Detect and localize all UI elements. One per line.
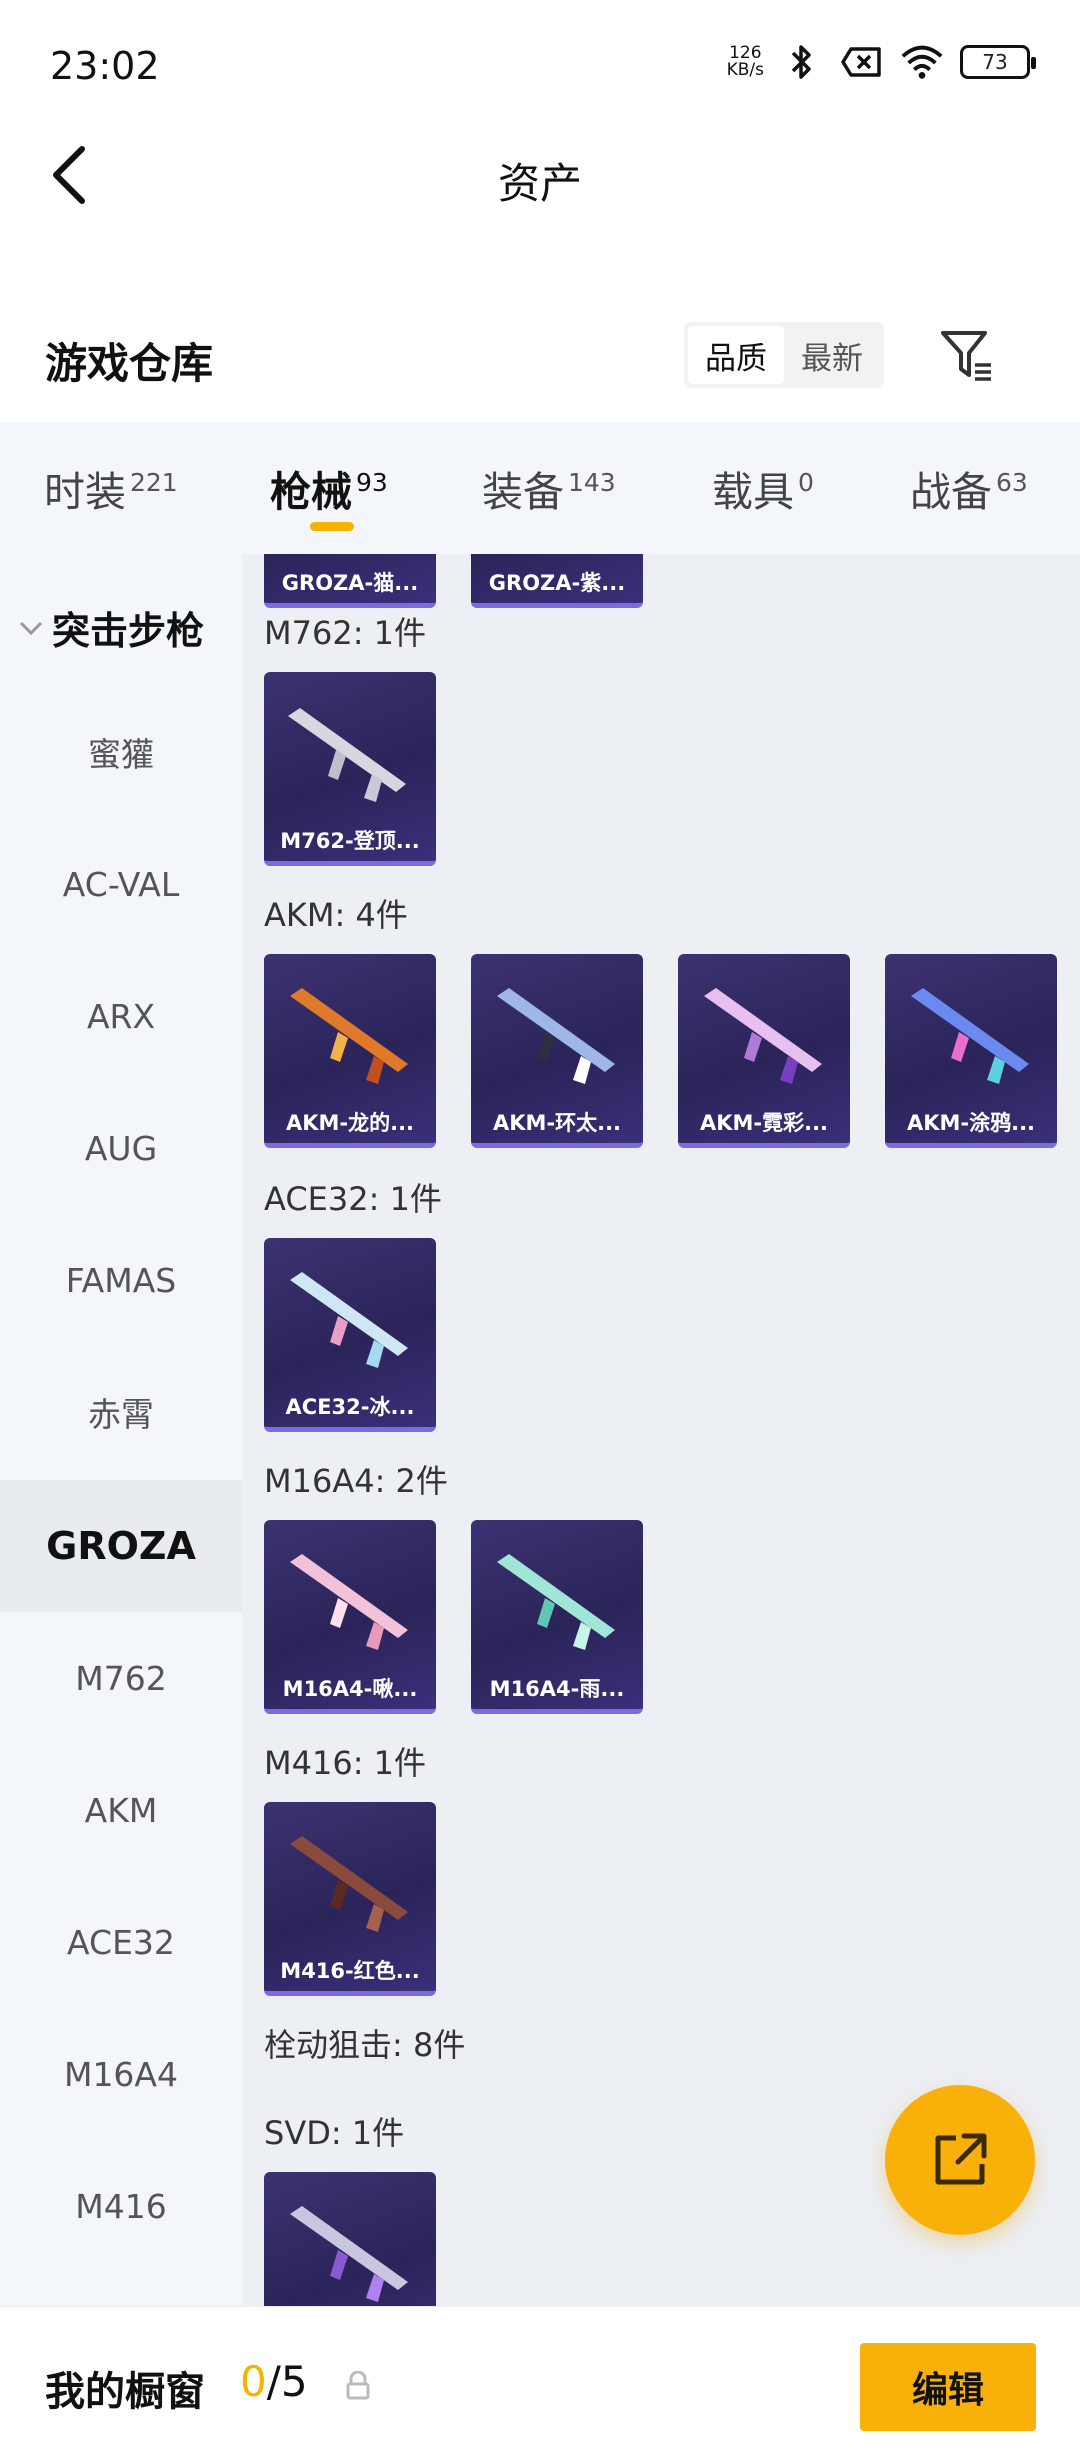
tab-count: 93	[356, 468, 388, 498]
weapon-card[interactable]: M762-登顶...	[264, 672, 436, 866]
sort-option-latest[interactable]: 最新	[784, 326, 880, 384]
group-label-ace32: ACE32: 1件	[264, 1180, 442, 1218]
active-tab-indicator	[310, 522, 354, 531]
weapon-card-name: GROZA-猫...	[281, 571, 419, 595]
sidebar-group-label: 突击步枪	[52, 609, 205, 653]
showcase-count: 0/5	[240, 2357, 308, 2406]
group-label-m16a4: M16A4: 2件	[264, 1462, 448, 1500]
tab-supplies[interactable]: 战备 63	[910, 458, 1028, 518]
tab-label: 载具	[712, 468, 794, 516]
tab-vehicles[interactable]: 载具 0	[712, 458, 814, 518]
battery-icon: 73	[960, 45, 1036, 79]
weapon-card-name: ACE32-冰...	[285, 1395, 415, 1419]
tab-equipment[interactable]: 装备 143	[482, 458, 616, 518]
rifle-icon	[704, 988, 822, 1084]
weapon-card-name: AKM-龙的...	[285, 1111, 415, 1135]
weapon-card-name: AKM-环太...	[492, 1111, 622, 1135]
weapon-card-name: M16A4-雨...	[489, 1677, 625, 1701]
rifle-icon	[911, 988, 1029, 1084]
sidebar-item-m416[interactable]: M416	[0, 2140, 242, 2272]
weapon-card[interactable]	[264, 2172, 436, 2306]
rifle-icon	[290, 1272, 408, 1368]
tab-count: 63	[996, 468, 1028, 498]
showcase-used: 0	[240, 2357, 267, 2406]
tab-firearms[interactable]: 枪械 93	[270, 458, 388, 518]
category-label-bolt-action: 栓动狙击: 8件	[264, 2026, 466, 2064]
tab-count: 0	[798, 468, 814, 498]
weapon-card[interactable]: AKM-环太...	[471, 954, 643, 1148]
bottom-bar: 我的橱窗 0/5 编辑	[0, 2306, 1080, 2460]
share-fab[interactable]	[885, 2085, 1035, 2235]
rifle-icon	[290, 1836, 408, 1932]
showcase-label: 我的橱窗	[45, 2369, 205, 2415]
sidebar-item-honey-badger[interactable]: 蜜獾	[0, 686, 242, 818]
tab-fashion[interactable]: 时装 221	[44, 458, 178, 518]
tab-label: 装备	[482, 468, 564, 516]
weapon-card[interactable]: ACE32-冰...	[264, 1238, 436, 1432]
tab-label: 时装	[44, 468, 126, 516]
weapon-card-name: AKM-涂鸦...	[906, 1111, 1036, 1135]
status-bar: 23:02 126 KB/s 73	[0, 0, 1080, 130]
no-sim-icon	[840, 44, 884, 80]
sidebar-item-famas[interactable]: FAMAS	[0, 1214, 242, 1346]
group-label-m416: M416: 1件	[264, 1744, 427, 1782]
weapon-card-name: AKM-霓彩...	[699, 1111, 829, 1135]
sort-toggle: 品质 最新	[684, 322, 884, 388]
group-label-akm: AKM: 4件	[264, 896, 408, 934]
rifle-icon	[290, 1554, 408, 1650]
page-title: 资产	[497, 159, 582, 208]
weapon-card[interactable]: M16A4-啾...	[264, 1520, 436, 1714]
weapon-card[interactable]: GROZA-紫...	[471, 554, 643, 608]
section-title: 游戏仓库	[45, 339, 214, 388]
sidebar-item-groza[interactable]: GROZA	[0, 1480, 242, 1612]
tab-count: 221	[130, 468, 178, 498]
rifle-icon	[288, 708, 406, 802]
rifle-icon	[290, 2206, 408, 2302]
rifle-icon	[497, 1554, 615, 1650]
weapon-card-name: M416-红色...	[280, 1959, 420, 1983]
tab-label: 枪械	[270, 468, 352, 516]
weapon-card[interactable]: M416-红色...	[264, 1802, 436, 1996]
category-tabs: 时装 221 枪械 93 装备 143 载具 0 战备 63	[0, 422, 1080, 554]
edit-button[interactable]: 编辑	[860, 2343, 1036, 2431]
weapon-card-name: M16A4-啾...	[282, 1677, 418, 1701]
external-link-icon	[935, 2133, 987, 2185]
status-icons: 126 KB/s 73	[727, 44, 1036, 80]
weapon-card[interactable]: AKM-龙的...	[264, 954, 436, 1148]
bluetooth-icon	[780, 44, 824, 80]
weapon-card[interactable]: GROZA-猫...	[264, 554, 436, 608]
sidebar-group-assault-rifles[interactable]: 突击步枪	[18, 600, 204, 655]
sidebar-item-aug[interactable]: AUG	[0, 1082, 242, 1214]
sidebar-item-ace32[interactable]: ACE32	[0, 1876, 242, 2008]
group-label-svd: SVD: 1件	[264, 2114, 405, 2152]
group-label-m762: M762: 1件	[264, 614, 427, 652]
sidebar-item-m762[interactable]: M762	[0, 1612, 242, 1744]
status-time: 23:02	[50, 44, 160, 88]
sidebar-item-chixiao[interactable]: 赤霄	[0, 1346, 242, 1478]
weapon-card-name: GROZA-紫...	[488, 571, 626, 595]
sort-option-quality[interactable]: 品质	[688, 326, 784, 384]
filter-button[interactable]	[932, 320, 1002, 390]
filter-icon	[941, 331, 991, 381]
weapon-card[interactable]: AKM-涂鸦...	[885, 954, 1057, 1148]
weapon-card-name: M762-登顶...	[280, 829, 420, 853]
wifi-icon	[900, 44, 944, 80]
rifle-icon	[290, 988, 408, 1084]
weapon-list: GROZA-猫... GROZA-紫... M762: 1件 M762-登顶..…	[242, 554, 1080, 2306]
sidebar-item-ac-val[interactable]: AC-VAL	[0, 818, 242, 950]
lock-icon	[346, 2371, 370, 2400]
tab-count: 143	[568, 468, 616, 498]
network-speed: 126 KB/s	[727, 45, 764, 79]
sidebar-item-arx[interactable]: ARX	[0, 950, 242, 1082]
network-speed-unit: KB/s	[726, 60, 764, 80]
weapon-card[interactable]: M16A4-雨...	[471, 1520, 643, 1714]
sidebar-item-m16a4[interactable]: M16A4	[0, 2008, 242, 2140]
showcase-total: /5	[266, 2357, 308, 2406]
rifle-icon	[497, 988, 615, 1084]
weapon-sidebar: 突击步枪 蜜獾 AC-VAL ARX AUG FAMAS 赤霄 GROZA M7…	[0, 554, 242, 2306]
sidebar-item-akm[interactable]: AKM	[0, 1744, 242, 1876]
weapon-card[interactable]: AKM-霓彩...	[678, 954, 850, 1148]
chevron-down-icon	[19, 621, 43, 635]
tab-label: 战备	[910, 468, 992, 516]
